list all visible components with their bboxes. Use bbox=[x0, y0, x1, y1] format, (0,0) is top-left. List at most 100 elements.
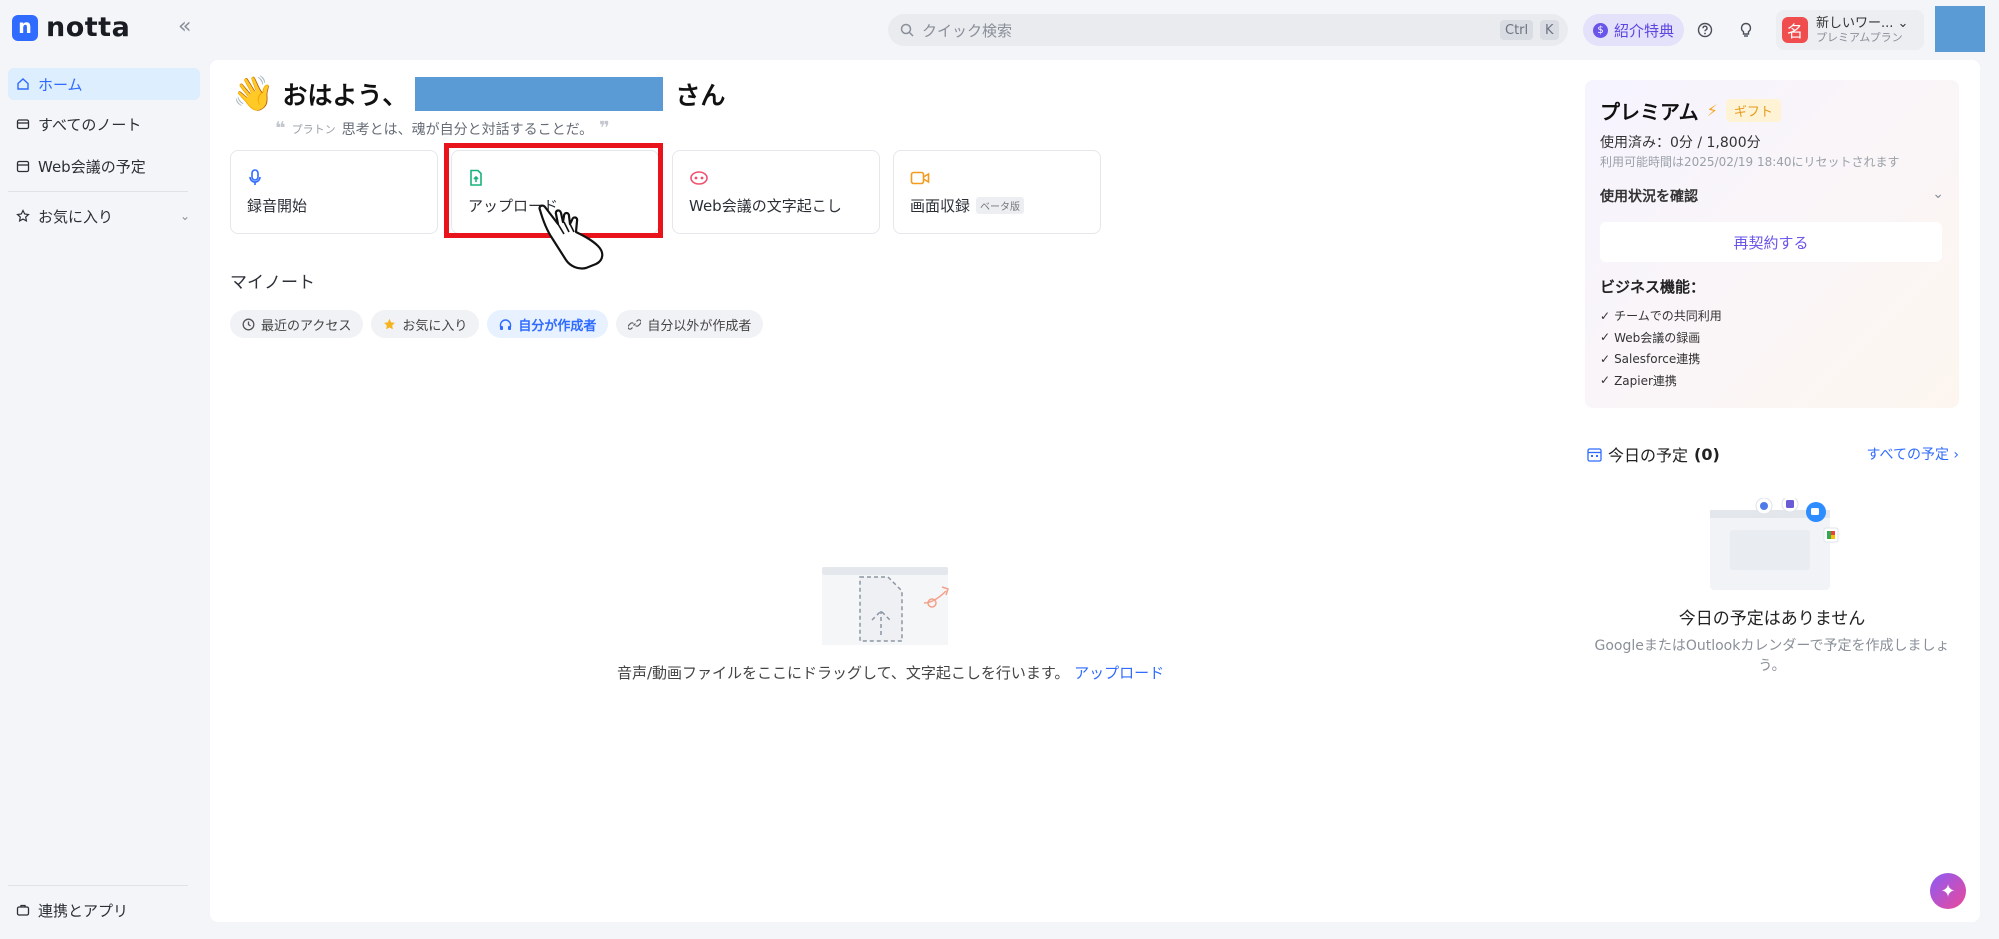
today-schedule-title: 今日の予定 (0) bbox=[1587, 442, 1720, 466]
greeting-suffix: さん bbox=[675, 81, 726, 110]
avatar[interactable] bbox=[1935, 6, 1985, 52]
video-camera-icon bbox=[910, 169, 1084, 189]
list-item: ✓ チームでの共同利用 bbox=[1600, 305, 1722, 327]
empty-upload-illustration-icon bbox=[822, 567, 949, 645]
referral-label: 紹介特典 bbox=[1614, 21, 1675, 40]
help-button[interactable] bbox=[1693, 18, 1717, 42]
star-filled-icon bbox=[384, 318, 396, 329]
calendar-apps-illustration-icon bbox=[1710, 498, 1839, 590]
microphone-icon bbox=[247, 169, 421, 189]
no-schedule-subtitle: GoogleまたはOutlookカレンダーで予定を作成しましょう。 bbox=[1594, 638, 1950, 674]
upload-link[interactable]: アップロード bbox=[1074, 664, 1164, 682]
sidebar-item-label: ホーム bbox=[38, 75, 83, 94]
usage-toggle[interactable]: 使用状況を確認 ⌄ bbox=[1600, 186, 1944, 206]
beta-badge: ベータ版 bbox=[976, 197, 1025, 214]
business-features-list: ✓ チームでの共同利用 ✓ Web会議の録画 ✓ Salesforce連携 ✓ Zapi… bbox=[1600, 305, 1722, 391]
today-schedule-header: 今日の予定 (0) すべての予定 › bbox=[1587, 442, 1959, 466]
link-icon bbox=[628, 318, 642, 330]
calendar-grid-icon bbox=[1587, 447, 1602, 462]
sidebar-item-favorites[interactable]: お気に入り ⌄ bbox=[8, 200, 200, 232]
check-icon: ✓ bbox=[1600, 351, 1611, 366]
shortcut-ctrl: Ctrl bbox=[1500, 20, 1534, 40]
chip-label: 最近のアクセス bbox=[261, 318, 352, 334]
no-schedule-title: 今日の予定はありません bbox=[1678, 609, 1866, 629]
quote-text: 思考とは、魂が自分と対話することだ。 bbox=[341, 121, 594, 138]
chip-label: 自分が作成者 bbox=[518, 318, 597, 334]
sidebar-item-integrations[interactable]: 連携とアプリ bbox=[8, 894, 200, 926]
search-input[interactable]: クイック検索 Ctrl K bbox=[888, 14, 1568, 46]
home-icon bbox=[17, 78, 29, 90]
app-logo[interactable]: n notta bbox=[12, 14, 130, 41]
sidebar-item-label: すべてのノート bbox=[38, 115, 142, 134]
feature-label: Zapier連携 bbox=[1614, 373, 1677, 388]
chevron-down-icon: ⌄ bbox=[1897, 15, 1909, 31]
app-name: notta bbox=[46, 12, 131, 43]
sidebar-item-home[interactable]: ホーム bbox=[8, 68, 200, 100]
search-placeholder: クイック検索 bbox=[922, 21, 1013, 40]
referral-button[interactable]: $ 紹介特典 bbox=[1583, 14, 1685, 46]
sidebar-bottom-divider bbox=[8, 885, 188, 886]
note-filter-chips: 最近のアクセス お気に入り 自分が作成者 自分以外が作成者 bbox=[230, 310, 764, 338]
pointing-hand-cursor-icon bbox=[538, 204, 604, 270]
meeting-transcribe-label: Web会議の文字起こし bbox=[689, 197, 842, 215]
sidebar-item-label: お気に入り bbox=[38, 207, 114, 226]
quote-close-icon: ❞ bbox=[599, 118, 610, 139]
greeting: 👋 おはよう、 さん bbox=[232, 76, 725, 112]
check-icon: ✓ bbox=[1600, 330, 1611, 345]
shortcut-k: K bbox=[1540, 20, 1559, 40]
today-count: (0) bbox=[1694, 444, 1720, 464]
screen-record-label: 画面収録 bbox=[910, 197, 971, 215]
business-features-title: ビジネス機能： bbox=[1600, 278, 1706, 296]
list-item: ✓ Salesforce連携 bbox=[1600, 348, 1722, 370]
chip-favorites[interactable]: お気に入り bbox=[371, 310, 480, 338]
chip-recent[interactable]: 最近のアクセス bbox=[230, 310, 364, 338]
greeting-prefix: おはよう、 bbox=[282, 81, 408, 110]
chevron-down-icon[interactable]: ⌄ bbox=[180, 209, 190, 223]
sidebar-item-meeting-schedule[interactable]: Web会議の予定 bbox=[8, 150, 200, 182]
ai-assistant-button[interactable]: ✦ bbox=[1930, 873, 1966, 909]
headphones-icon bbox=[500, 318, 512, 330]
sidebar-item-label: Web会議の予定 bbox=[38, 157, 146, 176]
waving-hand-icon: 👋 bbox=[232, 74, 275, 114]
feature-label: チームでの共同利用 bbox=[1614, 309, 1722, 324]
sidebar-item-all-notes[interactable]: すべてのノート bbox=[8, 108, 200, 140]
collapse-sidebar-icon[interactable]: « bbox=[178, 16, 191, 38]
all-schedules-link[interactable]: すべての予定 › bbox=[1866, 444, 1959, 464]
workspace-name: 新しいワー... ⌄ bbox=[1816, 16, 1908, 32]
premium-title: プレミアム bbox=[1600, 100, 1699, 124]
premium-title-row: プレミアム ⚡ ギフト bbox=[1600, 96, 1781, 125]
gift-badge[interactable]: ギフト bbox=[1725, 99, 1781, 122]
meeting-transcribe-card[interactable]: Web会議の文字起こし bbox=[672, 150, 880, 234]
check-icon: ✓ bbox=[1600, 308, 1611, 323]
star-icon bbox=[16, 209, 30, 223]
meeting-bot-icon bbox=[689, 169, 863, 189]
workspace-info: 新しいワー... ⌄ プレミアムプラン bbox=[1816, 16, 1908, 45]
quote-open-icon: ❝ bbox=[275, 118, 286, 139]
usage-minutes: 使用済み：0分 / 1,800分 bbox=[1600, 135, 1761, 151]
sidebar-divider bbox=[8, 191, 188, 192]
reset-notice: 利用可能時間は2025/02/19 18:40にリセットされます bbox=[1600, 155, 1900, 169]
chip-created-by-others[interactable]: 自分以外が作成者 bbox=[616, 310, 764, 338]
chip-label: 自分以外が作成者 bbox=[647, 318, 752, 334]
coin-icon: $ bbox=[1593, 22, 1608, 38]
empty-state-message: 音声/動画ファイルをここにドラッグして、文字起こしを行います。 bbox=[617, 664, 1070, 682]
chevron-down-icon: ⌄ bbox=[1932, 186, 1944, 202]
my-notes-title: マイノート bbox=[230, 273, 315, 293]
renew-button[interactable]: 再契約する bbox=[1600, 222, 1942, 262]
tips-button[interactable] bbox=[1734, 18, 1758, 42]
chip-label: お気に入り bbox=[402, 318, 468, 334]
workspace-switcher[interactable]: 名 新しいワー... ⌄ プレミアムプラン bbox=[1776, 10, 1924, 50]
list-item: ✓ Web会議の録画 bbox=[1600, 327, 1722, 349]
list-item: ✓ Zapier連携 bbox=[1600, 370, 1722, 392]
check-icon: ✓ bbox=[1600, 373, 1611, 388]
lightbulb-icon bbox=[1740, 22, 1752, 37]
record-label: 録音開始 bbox=[247, 197, 308, 215]
redacted-username bbox=[415, 77, 664, 111]
record-card[interactable]: 録音開始 bbox=[230, 150, 438, 234]
empty-state-text: 音声/動画ファイルをここにドラッグして、文字起こしを行います。 アップロード bbox=[617, 662, 1164, 683]
screen-record-card[interactable]: 画面収録 ベータ版 bbox=[893, 150, 1101, 234]
feature-label: Salesforce連携 bbox=[1614, 352, 1701, 367]
workspace-plan: プレミアムプラン bbox=[1816, 31, 1903, 45]
lightning-icon: ⚡ bbox=[1706, 101, 1718, 120]
chip-created-by-me[interactable]: 自分が作成者 bbox=[487, 310, 609, 338]
